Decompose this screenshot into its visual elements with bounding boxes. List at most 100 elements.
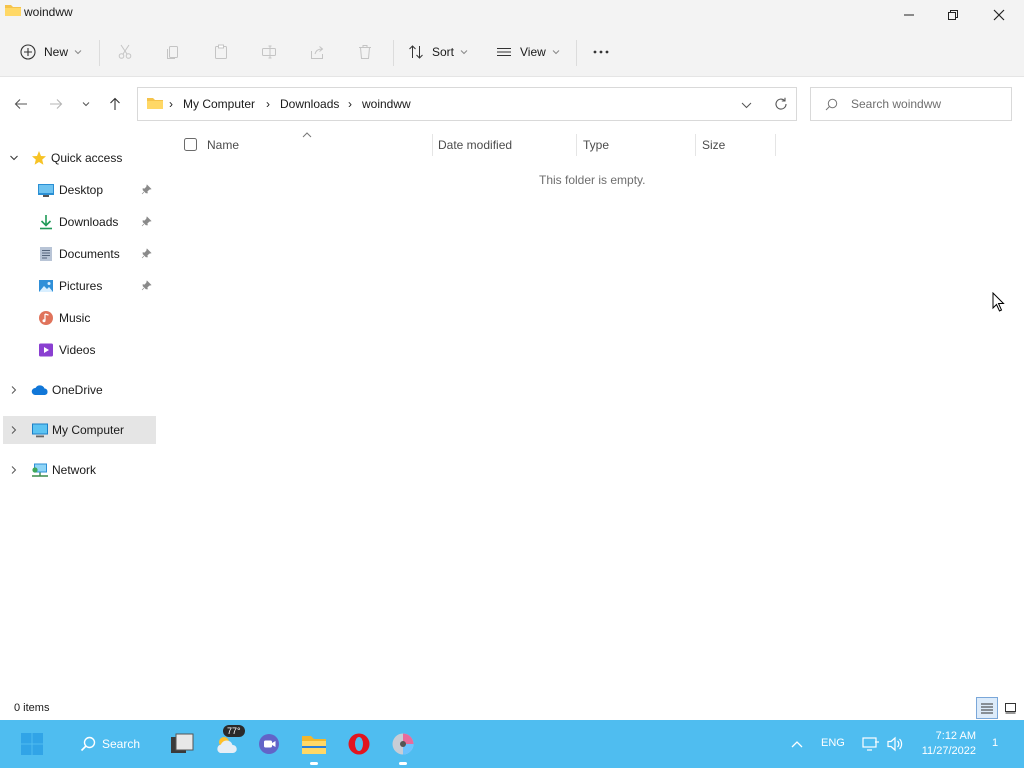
sort-icon <box>409 45 423 59</box>
details-view-button[interactable] <box>976 697 998 719</box>
folder-icon <box>302 736 326 754</box>
column-divider[interactable] <box>432 134 433 156</box>
sidebar-item-documents[interactable]: Documents <box>3 240 156 268</box>
new-button[interactable]: New <box>20 38 82 66</box>
show-hidden-icons-button[interactable] <box>790 738 804 752</box>
pin-icon[interactable] <box>141 280 152 291</box>
sort-button[interactable]: Sort <box>408 38 468 66</box>
address-bar[interactable]: › My Computer › Downloads › woindww <box>137 87 797 121</box>
taskbar-search-button[interactable]: Search <box>70 728 146 760</box>
restore-button[interactable] <box>930 0 976 30</box>
refresh-button[interactable] <box>774 97 788 114</box>
arrow-right-icon <box>50 99 63 109</box>
breadcrumb-my-computer[interactable]: My Computer <box>183 97 255 111</box>
select-all-checkbox[interactable] <box>184 138 197 154</box>
input-language-indicator[interactable]: ENG <box>821 737 845 749</box>
sidebar-item-my-computer[interactable]: My Computer <box>3 416 156 444</box>
opera-browser-button[interactable] <box>343 728 375 760</box>
file-explorer-taskbar-button[interactable] <box>298 728 330 765</box>
search-icon <box>825 98 838 114</box>
sidebar-item-desktop[interactable]: Desktop <box>3 176 156 204</box>
column-header-type[interactable]: Type <box>583 138 609 164</box>
sidebar-label: Documents <box>59 247 120 261</box>
weather-widget[interactable]: 77° <box>212 725 245 760</box>
sidebar-label: Pictures <box>59 279 103 293</box>
chevron-down-icon <box>460 50 468 55</box>
copy-button[interactable] <box>165 38 181 66</box>
item-count: 0 items <box>14 702 50 714</box>
paste-button[interactable] <box>213 38 229 66</box>
column-divider[interactable] <box>775 134 776 156</box>
back-button[interactable] <box>9 92 33 116</box>
notification-count-badge[interactable]: 1 <box>992 737 998 749</box>
sidebar-item-videos[interactable]: Videos <box>3 336 156 364</box>
desktop-icon <box>38 184 54 197</box>
more-options-button[interactable] <box>592 38 610 66</box>
sidebar-item-onedrive[interactable]: OneDrive <box>3 376 156 404</box>
rename-icon <box>262 45 276 59</box>
large-icons-view-button[interactable] <box>1000 698 1020 718</box>
address-history-button[interactable] <box>741 99 752 113</box>
volume-icon[interactable] <box>886 736 904 755</box>
share-button[interactable] <box>309 38 325 66</box>
pin-icon[interactable] <box>141 248 152 259</box>
pin-icon[interactable] <box>141 184 152 195</box>
search-icon <box>80 736 96 752</box>
opera-icon <box>348 733 370 755</box>
scissors-icon <box>118 44 132 59</box>
teams-chat-button[interactable] <box>254 728 286 760</box>
breadcrumb-woindww[interactable]: woindww <box>362 97 411 111</box>
disc-icon <box>392 733 414 755</box>
share-icon <box>311 46 324 59</box>
chevron-right-icon <box>11 386 17 394</box>
column-header-name[interactable]: Name <box>207 138 239 164</box>
recent-locations-button[interactable] <box>74 92 98 116</box>
clock[interactable]: 7:12 AM 11/27/2022 <box>912 729 976 759</box>
media-app-button[interactable] <box>387 728 419 765</box>
music-icon <box>39 311 53 325</box>
pin-icon[interactable] <box>141 216 152 227</box>
clipboard-icon <box>215 44 227 59</box>
empty-folder-message: This folder is empty. <box>539 173 646 187</box>
sidebar-item-pictures[interactable]: Pictures <box>3 272 156 300</box>
refresh-icon <box>775 97 787 110</box>
sidebar-item-music[interactable]: Music <box>3 304 156 332</box>
sidebar-label: Music <box>59 311 91 325</box>
rename-button[interactable] <box>261 38 277 66</box>
more-dots-icon <box>593 50 609 54</box>
running-indicator <box>399 762 407 765</box>
column-divider[interactable] <box>695 134 696 156</box>
minimize-button[interactable] <box>886 0 932 30</box>
column-divider[interactable] <box>576 134 577 156</box>
chevron-down-icon <box>741 102 752 109</box>
search-input[interactable]: Search woindww <box>810 87 1012 121</box>
downloads-icon <box>40 215 52 230</box>
view-button[interactable]: View <box>496 38 560 66</box>
chevron-down-icon <box>82 102 90 107</box>
up-button[interactable] <box>103 92 127 116</box>
sidebar-item-quick-access[interactable]: Quick access <box>3 144 156 172</box>
network-status-icon[interactable] <box>862 736 880 755</box>
breadcrumb-downloads[interactable]: Downloads <box>280 97 339 111</box>
sidebar-item-downloads[interactable]: Downloads <box>3 208 156 236</box>
clock-date: 11/27/2022 <box>921 745 976 757</box>
search-placeholder: Search woindww <box>851 97 942 111</box>
computer-icon <box>32 423 48 438</box>
chevron-right-icon: › <box>348 97 352 111</box>
cut-button[interactable] <box>117 38 133 66</box>
toolbar-divider <box>393 40 394 66</box>
column-header-date-modified[interactable]: Date modified <box>438 138 512 164</box>
pictures-icon <box>39 280 53 292</box>
start-button[interactable] <box>16 728 48 760</box>
sort-ascending-icon <box>301 128 313 142</box>
column-header-size[interactable]: Size <box>702 138 725 164</box>
windows-logo-icon <box>21 733 43 755</box>
network-icon <box>32 463 48 477</box>
close-button[interactable] <box>976 0 1022 30</box>
sidebar-label: Videos <box>59 343 96 357</box>
sidebar-item-network[interactable]: Network <box>3 456 156 484</box>
forward-button[interactable] <box>44 92 68 116</box>
delete-button[interactable] <box>357 38 373 66</box>
sidebar-label: Downloads <box>59 215 119 229</box>
task-view-button[interactable] <box>166 728 198 760</box>
